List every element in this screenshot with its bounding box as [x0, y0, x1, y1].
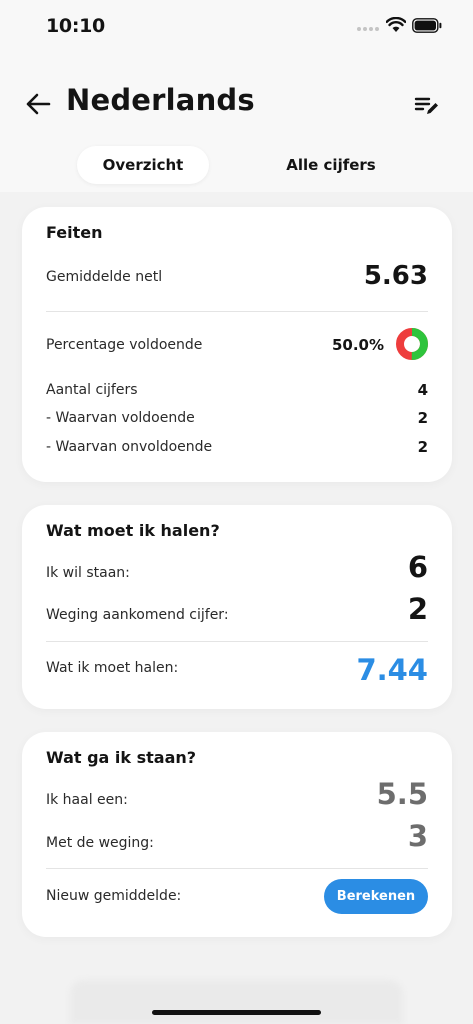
- tab-alle-cijfers[interactable]: Alle cijfers: [265, 146, 397, 184]
- grade-label: Ik haal een:: [46, 792, 128, 808]
- percentage-label: Percentage voldoende: [46, 337, 203, 353]
- need-title: Wat moet ik halen?: [46, 521, 220, 540]
- target-input[interactable]: 6: [408, 550, 428, 584]
- need-card: Wat moet ik halen? Ik wil staan: 6 Wegin…: [22, 505, 452, 709]
- result-label: Wat ik moet halen:: [46, 660, 179, 676]
- facts-card: Feiten Gemiddelde netl 5.63 Percentage v…: [22, 207, 452, 482]
- percentage-donut: [396, 328, 428, 360]
- need-divider: [46, 641, 428, 642]
- facts-divider: [46, 311, 428, 312]
- page-title: Nederlands: [66, 83, 255, 117]
- battery-icon: [412, 18, 442, 33]
- predict-card: Wat ga ik staan? Ik haal een: 5.5 Met de…: [22, 732, 452, 937]
- playlist-edit-icon: [414, 97, 438, 114]
- weight-input[interactable]: 2: [408, 592, 428, 626]
- count-label: Aantal cijfers: [46, 382, 138, 398]
- weight-label: Weging aankomend cijfer:: [46, 607, 229, 623]
- grade-input[interactable]: 5.5: [377, 777, 428, 811]
- wifi-icon: [386, 17, 406, 32]
- predict-title: Wat ga ik staan?: [46, 748, 197, 767]
- target-label: Ik wil staan:: [46, 565, 130, 581]
- facts-title: Feiten: [46, 223, 103, 242]
- predict-divider: [46, 868, 428, 869]
- sufficient-label: - Waarvan voldoende: [46, 410, 195, 426]
- edit-list-button[interactable]: [410, 90, 444, 122]
- insufficient-label: - Waarvan onvoldoende: [46, 439, 213, 455]
- new-average-label: Nieuw gemiddelde:: [46, 888, 182, 904]
- calculate-button[interactable]: Berekenen: [324, 879, 428, 914]
- back-button[interactable]: [22, 88, 54, 120]
- result-value: 7.44: [356, 653, 428, 687]
- average-value: 5.63: [363, 261, 428, 291]
- sufficient-value: 2: [417, 409, 428, 427]
- status-time: 10:10: [46, 15, 105, 37]
- segmented-tabs: Overzicht Alle cijfers: [22, 142, 452, 188]
- tab-overzicht[interactable]: Overzicht: [77, 146, 209, 184]
- signal-icon: [357, 27, 379, 31]
- count-value: 4: [417, 381, 428, 399]
- home-indicator[interactable]: [152, 1010, 321, 1015]
- percentage-value: 50.0%: [331, 336, 384, 354]
- average-label: Gemiddelde netl: [46, 269, 163, 285]
- bottom-sheet-shadow: [70, 980, 403, 1024]
- insufficient-value: 2: [417, 438, 428, 456]
- status-bar: 10:10: [0, 0, 473, 54]
- predict-weight-label: Met de weging:: [46, 835, 154, 851]
- predict-weight-input[interactable]: 3: [408, 819, 428, 853]
- arrow-left-icon: [26, 93, 51, 115]
